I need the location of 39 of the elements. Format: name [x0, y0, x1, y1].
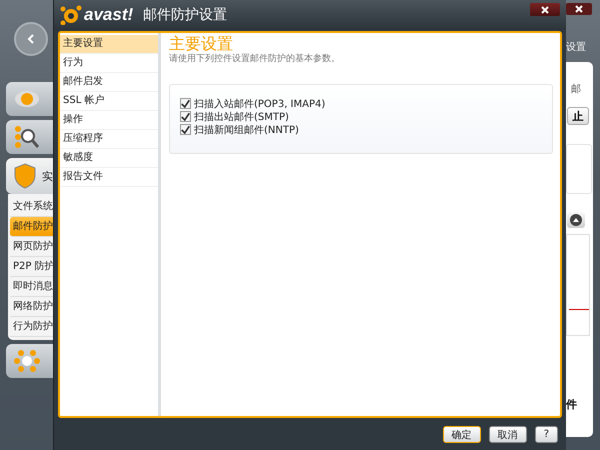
close-icon: [574, 5, 584, 13]
section-item[interactable]: 主要设置: [60, 35, 158, 54]
section-item[interactable]: 报告文件: [60, 168, 158, 187]
nav-label: 实: [42, 168, 53, 184]
ok-button[interactable]: 确定: [442, 426, 481, 443]
stop-button[interactable]: 止: [567, 107, 589, 125]
window-title: 邮件防护设置: [143, 6, 228, 24]
collapse-button[interactable]: [567, 212, 585, 228]
dialog-button[interactable]: ?: [534, 426, 558, 443]
logo-icon: [60, 5, 82, 25]
close-icon: [540, 6, 550, 14]
section-item[interactable]: 操作: [60, 111, 158, 130]
back-button[interactable]: [14, 22, 48, 56]
checkbox[interactable]: [180, 98, 191, 109]
section-item[interactable]: 邮件启发: [60, 73, 158, 92]
back-icon: [26, 34, 36, 44]
up-icon: [570, 214, 582, 226]
dialog-button[interactable]: 取消: [488, 426, 527, 443]
panel-text: 件: [566, 397, 577, 412]
magnifier-icon: [14, 124, 40, 150]
brand-logo: avast!: [84, 5, 134, 25]
description-text: 请使用下列控件设置邮件防护的基本参数。: [169, 53, 341, 65]
section-item[interactable]: 压缩程序: [60, 130, 158, 149]
close-button[interactable]: [566, 3, 592, 15]
checkbox-label: 扫描出站邮件(SMTP): [194, 110, 289, 124]
section-item[interactable]: SSL 帐户: [60, 92, 158, 111]
eye-icon: [14, 89, 40, 109]
checkbox-label: 扫描入站邮件(POP3, IMAP4): [194, 98, 326, 110]
section-item[interactable]: 敏感度: [60, 149, 158, 168]
section-item[interactable]: 行为: [60, 54, 158, 73]
checkbox-label: 扫描新闻组邮件(NNTP): [194, 124, 299, 136]
checkbox[interactable]: [180, 124, 191, 135]
close-button[interactable]: [530, 3, 560, 16]
network-icon: [14, 349, 40, 373]
shield-icon: [14, 163, 36, 189]
header-text: 设置: [565, 40, 587, 54]
section-heading: 主要设置: [169, 35, 234, 53]
panel-text: 邮: [571, 82, 581, 96]
checkbox[interactable]: [180, 111, 191, 122]
